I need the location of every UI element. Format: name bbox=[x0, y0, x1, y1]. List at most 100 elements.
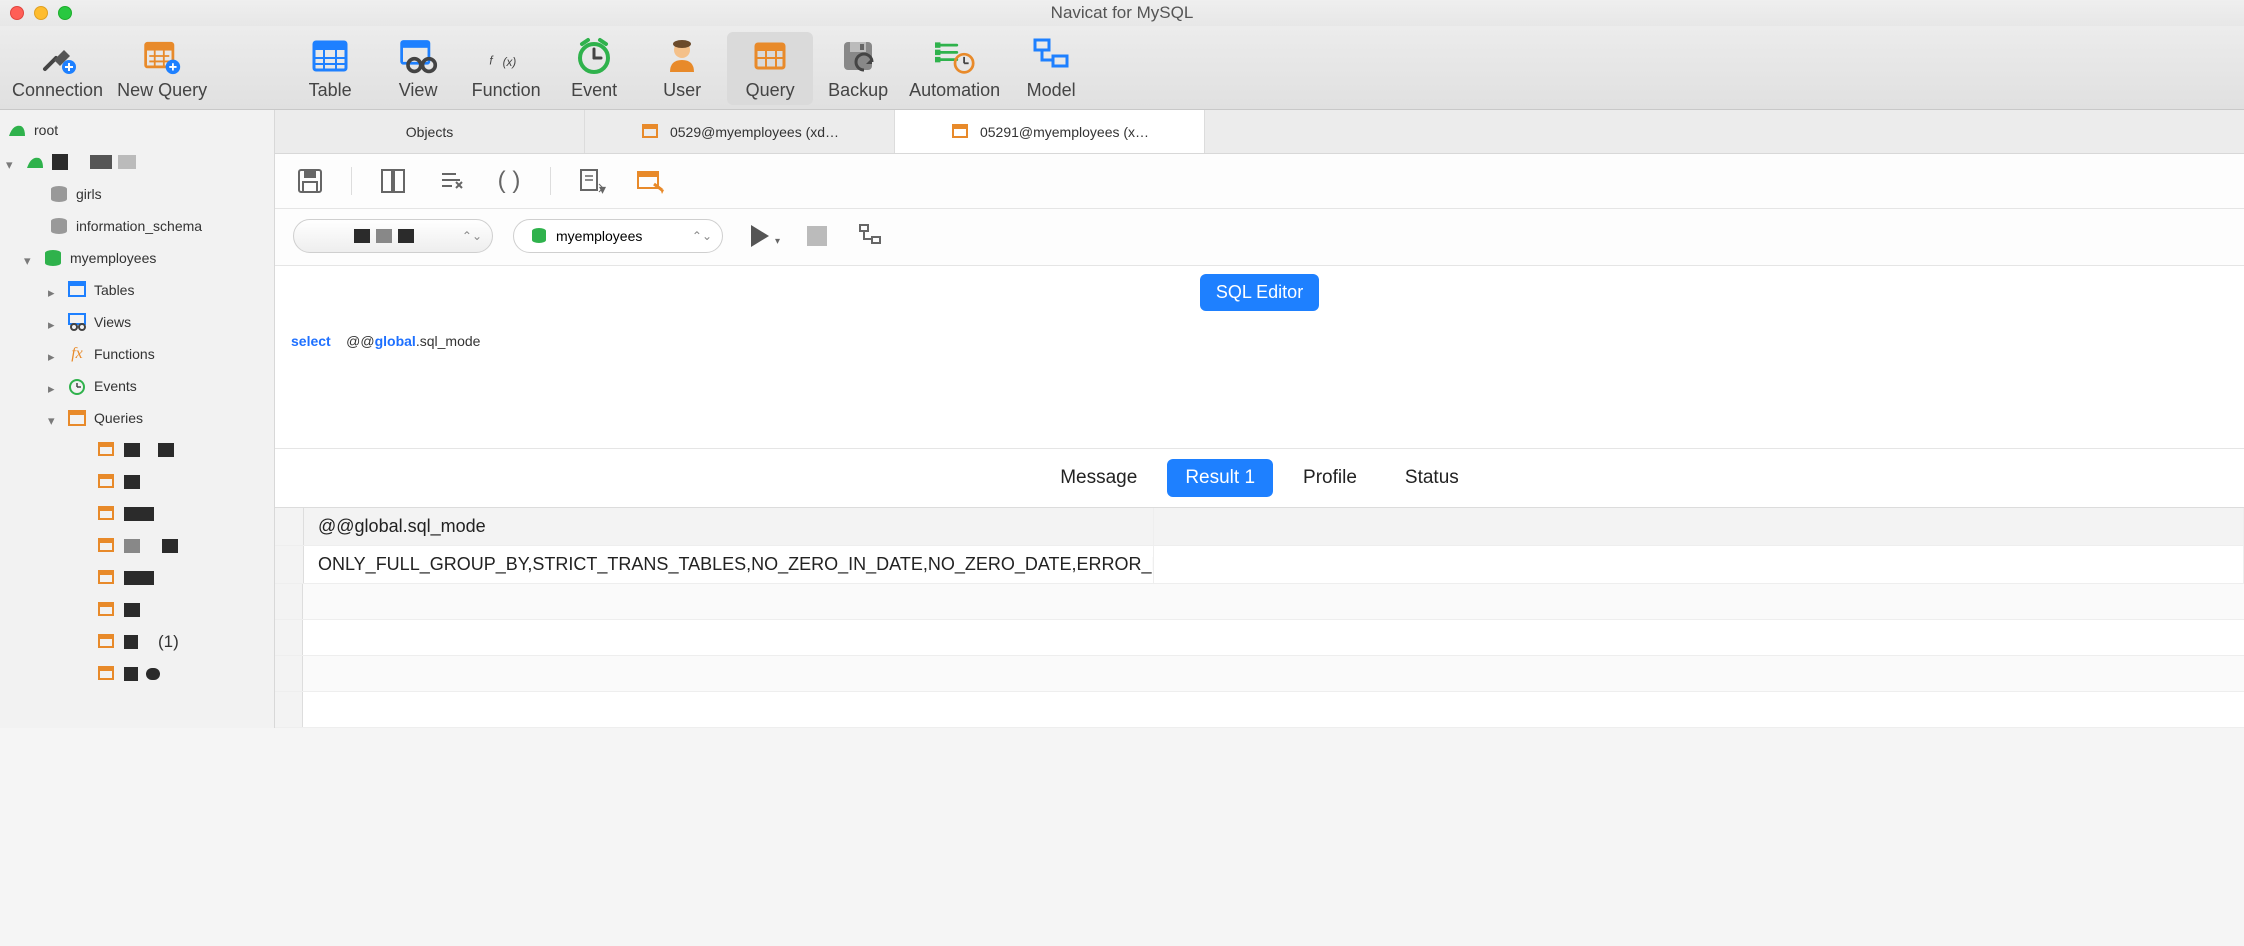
automation-label: Automation bbox=[909, 80, 1000, 101]
sidebar-info-schema-label: information_schema bbox=[76, 218, 202, 234]
query-file-icon bbox=[96, 567, 118, 589]
sql-editor-button[interactable]: SQL Editor bbox=[1200, 274, 1319, 311]
disclosure-closed-icon[interactable] bbox=[48, 380, 60, 392]
sidebar-query-item[interactable] bbox=[0, 594, 274, 626]
disclosure-open-icon[interactable] bbox=[48, 412, 60, 424]
grid-empty-row bbox=[275, 584, 2244, 620]
result-tab-message[interactable]: Message bbox=[1042, 459, 1155, 497]
fullscreen-window-button[interactable] bbox=[58, 6, 72, 20]
sidebar-query-item[interactable] bbox=[0, 562, 274, 594]
result-tab-status[interactable]: Status bbox=[1387, 459, 1477, 497]
query-file-icon bbox=[950, 121, 972, 143]
sidebar-functions-label: Functions bbox=[94, 346, 155, 362]
grid-empty-row bbox=[275, 620, 2244, 656]
sidebar-db-girls[interactable]: girls bbox=[0, 178, 274, 210]
build-button[interactable] bbox=[633, 164, 667, 198]
clock-small-icon bbox=[66, 375, 88, 397]
function-label: Function bbox=[472, 80, 541, 101]
connection-button[interactable]: Connection bbox=[6, 32, 109, 105]
disclosure-closed-icon[interactable] bbox=[48, 348, 60, 360]
sidebar-queries[interactable]: Queries bbox=[0, 402, 274, 434]
sql-editor-badge-row: SQL Editor bbox=[275, 266, 2244, 319]
connection-label: Connection bbox=[12, 80, 103, 101]
redacted-text bbox=[124, 539, 140, 553]
query-label: Query bbox=[746, 80, 795, 101]
explain-button[interactable] bbox=[376, 164, 410, 198]
sidebar-query-item[interactable]: (1) bbox=[0, 626, 274, 658]
model-button[interactable]: Model bbox=[1008, 32, 1094, 105]
result-tab-profile[interactable]: Profile bbox=[1285, 459, 1375, 497]
run-dropdown[interactable]: ▾ bbox=[775, 236, 780, 247]
sidebar-db-myemployees[interactable]: myemployees bbox=[0, 242, 274, 274]
redacted-text bbox=[124, 603, 140, 617]
sidebar-query-count: (1) bbox=[158, 632, 179, 652]
sidebar-query-item[interactable] bbox=[0, 466, 274, 498]
query-file-icon bbox=[96, 631, 118, 653]
separator bbox=[550, 167, 551, 195]
new-query-button[interactable]: New Query bbox=[111, 32, 213, 105]
table-icon bbox=[310, 36, 350, 76]
automation-button[interactable]: Automation bbox=[903, 32, 1006, 105]
result-tabs: Message Result 1 Profile Status bbox=[275, 449, 2244, 507]
redacted-text bbox=[124, 443, 140, 457]
sidebar-tables[interactable]: Tables bbox=[0, 274, 274, 306]
database-combo[interactable]: myemployees ⌃⌄ bbox=[513, 219, 723, 253]
run-button[interactable] bbox=[743, 219, 777, 253]
grid-row-handle bbox=[275, 692, 303, 727]
disclosure-closed-icon[interactable] bbox=[48, 316, 60, 328]
disclosure-closed-icon[interactable] bbox=[48, 284, 60, 296]
function-button[interactable]: f(x) Function bbox=[463, 32, 549, 105]
user-button[interactable]: User bbox=[639, 32, 725, 105]
main-toolbar: Connection New Query Table View f(x) Fun bbox=[0, 26, 2244, 110]
sidebar-connection-root[interactable]: root bbox=[0, 114, 274, 146]
grid-row-handle bbox=[275, 620, 303, 655]
query-file-icon bbox=[96, 471, 118, 493]
grid-row-handle bbox=[275, 584, 303, 619]
sidebar-views[interactable]: Views bbox=[0, 306, 274, 338]
connection-combo[interactable]: ⌃⌄ bbox=[293, 219, 493, 253]
grid-header-row: @@global.sql_mode bbox=[275, 508, 2244, 546]
grid-cell-r1-c1[interactable]: ONLY_FULL_GROUP_BY,STRICT_TRANS_TABLES,N… bbox=[304, 546, 1154, 583]
fx-icon: fx bbox=[66, 343, 88, 365]
tab-query-0529[interactable]: 0529@myemployees (xd… bbox=[585, 110, 895, 153]
sidebar-connection-redacted[interactable] bbox=[0, 146, 274, 178]
play-icon bbox=[751, 225, 769, 247]
table-button[interactable]: Table bbox=[287, 32, 373, 105]
tab-query-05291[interactable]: 05291@myemployees (x… bbox=[895, 110, 1205, 153]
minimize-window-button[interactable] bbox=[34, 6, 48, 20]
sidebar-functions[interactable]: fx Functions bbox=[0, 338, 274, 370]
export-button[interactable]: ▾ bbox=[575, 164, 609, 198]
event-button[interactable]: Event bbox=[551, 32, 637, 105]
disclosure-open-icon[interactable] bbox=[24, 252, 36, 264]
database-icon bbox=[528, 225, 550, 247]
tab-q2-label: 05291@myemployees (x… bbox=[980, 124, 1149, 140]
parentheses-button[interactable]: ( ) bbox=[492, 164, 526, 198]
save-button[interactable] bbox=[293, 164, 327, 198]
grid-row-handle[interactable] bbox=[275, 546, 304, 583]
window-titlebar: Navicat for MySQL bbox=[0, 0, 2244, 26]
sidebar-db-information-schema[interactable]: information_schema bbox=[0, 210, 274, 242]
sidebar-query-item[interactable] bbox=[0, 658, 274, 690]
sql-editor[interactable]: select @@global.sql_mode bbox=[275, 319, 2244, 449]
sql-at: @@ bbox=[346, 333, 374, 349]
new-query-icon bbox=[142, 36, 182, 76]
format-button[interactable] bbox=[434, 164, 468, 198]
sidebar-query-item[interactable] bbox=[0, 498, 274, 530]
sidebar-query-item[interactable] bbox=[0, 434, 274, 466]
stop-button[interactable] bbox=[800, 219, 834, 253]
disclosure-open-icon[interactable] bbox=[6, 156, 18, 168]
close-window-button[interactable] bbox=[10, 6, 24, 20]
sidebar-views-label: Views bbox=[94, 314, 131, 330]
result-tab-result1[interactable]: Result 1 bbox=[1167, 459, 1273, 497]
backup-button[interactable]: Backup bbox=[815, 32, 901, 105]
grid-header-col1[interactable]: @@global.sql_mode bbox=[304, 508, 1154, 545]
query-button[interactable]: Query bbox=[727, 32, 813, 105]
view-small-icon bbox=[66, 311, 88, 333]
sidebar-query-item[interactable] bbox=[0, 530, 274, 562]
view-button[interactable]: View bbox=[375, 32, 461, 105]
function-icon: f(x) bbox=[486, 36, 526, 76]
grid-row-1[interactable]: ONLY_FULL_GROUP_BY,STRICT_TRANS_TABLES,N… bbox=[275, 546, 2244, 584]
sidebar-events[interactable]: Events bbox=[0, 370, 274, 402]
schema-button[interactable] bbox=[854, 219, 888, 253]
tab-objects[interactable]: Objects bbox=[275, 110, 585, 153]
